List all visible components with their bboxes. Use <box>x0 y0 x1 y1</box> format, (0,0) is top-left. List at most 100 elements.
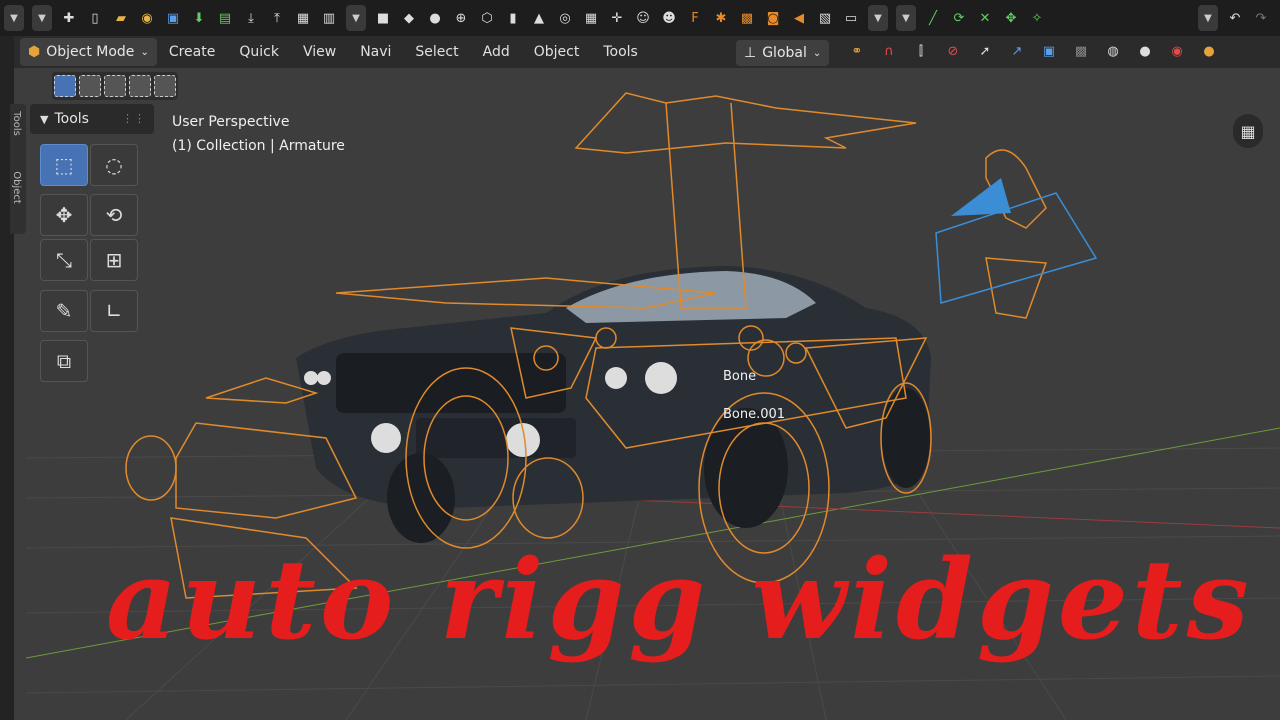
save-as-icon[interactable]: ⬇ <box>188 7 210 29</box>
tools-title: Tools <box>54 111 89 127</box>
monitor-icon[interactable]: ▭ <box>840 7 862 29</box>
3d-viewport[interactable]: auto rigg widgets User Perspective (1) C… <box>26 68 1280 720</box>
recent-folder-icon[interactable]: ◉ <box>136 7 158 29</box>
open-folder-icon[interactable]: ▰ <box>110 7 132 29</box>
xray-icon[interactable]: ▩ <box>1070 40 1092 62</box>
chevron-down-icon: ⌄ <box>140 46 149 58</box>
pivot-icon[interactable]: ⚭ <box>846 40 868 62</box>
image-icon[interactable]: ▧ <box>814 7 836 29</box>
clapper-icon[interactable]: ▥ <box>318 7 340 29</box>
material-shading-icon[interactable]: ◉ <box>1166 40 1188 62</box>
rendered-shading-icon[interactable]: ● <box>1198 40 1220 62</box>
camera-gizmo[interactable] <box>935 178 1098 304</box>
cursor-tool[interactable]: ◌ <box>90 144 138 186</box>
move-tool[interactable]: ✥ <box>40 194 88 236</box>
select-mode-row <box>52 72 178 100</box>
select-invert-icon[interactable] <box>129 75 152 97</box>
annotate-icon: ✎ <box>55 299 73 323</box>
lattice-icon[interactable]: ▩ <box>736 7 758 29</box>
snap-magnet-icon[interactable]: ∩ <box>878 40 900 62</box>
grid-mesh-icon[interactable]: ▦ <box>580 7 602 29</box>
import-icon[interactable]: ⤓ <box>240 7 262 29</box>
select-box-tool[interactable]: ⬚ <box>40 144 88 186</box>
menu-object[interactable]: Object <box>522 44 592 60</box>
select-box-icon: ⬚ <box>54 153 74 177</box>
top-toolbar: ▼ ▼ ✚ ▯ ▰ ◉ ▣ ⬇ ▤ ⤓ ⤒ ▦ ▥ ▼ ■ ◆ ● ⊕ ⬡ ▮ … <box>0 0 1280 36</box>
menu-quick[interactable]: Quick <box>227 44 291 60</box>
ico-sphere-2-icon[interactable]: ⬡ <box>476 7 498 29</box>
select-intersect-icon[interactable] <box>154 75 177 97</box>
wireframe-shading-icon[interactable]: ◍ <box>1102 40 1124 62</box>
export-icon[interactable]: ⤒ <box>266 7 288 29</box>
shuffle-icon[interactable]: ✕ <box>974 7 996 29</box>
select-subtract-icon[interactable] <box>103 75 126 97</box>
transform-icon: ⊞ <box>105 248 123 272</box>
document-icon[interactable]: ▯ <box>84 7 106 29</box>
perspective-label: User Perspective <box>172 114 290 130</box>
mode-selector[interactable]: ⬢ Object Mode ⌄ <box>20 38 157 66</box>
overlay-title: auto rigg widgets <box>106 535 1253 664</box>
menu-select[interactable]: Select <box>403 44 470 60</box>
modifier-dropdown[interactable]: ▼ <box>896 5 916 31</box>
menu-add[interactable]: Add <box>471 44 522 60</box>
tools-panel-header[interactable]: ▼ Tools ⋮⋮ <box>30 104 154 134</box>
font-icon[interactable]: F <box>684 7 706 29</box>
menu-view[interactable]: View <box>291 44 348 60</box>
measure-tool[interactable]: ∟ <box>90 290 138 332</box>
tab-tools[interactable]: Tools <box>11 111 22 136</box>
gizmo-icon[interactable]: ↗ <box>1006 40 1028 62</box>
add-cube-tool[interactable]: ⧉ <box>40 340 88 382</box>
redo-icon[interactable]: ↷ <box>1250 7 1272 29</box>
camera-icon[interactable]: ◙ <box>762 7 784 29</box>
file-dropdown[interactable]: ▼ <box>32 5 52 31</box>
undo-icon[interactable]: ↶ <box>1224 7 1246 29</box>
cube-icon: ⬢ <box>28 44 41 60</box>
mode-label: Object Mode <box>46 44 135 60</box>
speaker-icon[interactable]: ◀ <box>788 7 810 29</box>
armature-icon[interactable]: ✱ <box>710 7 732 29</box>
transform-orientation-dropdown[interactable]: ⊥ Global ⌄ <box>736 40 830 66</box>
overlay-icon[interactable]: ▣ <box>1038 40 1060 62</box>
refresh-icon[interactable]: ⟳ <box>948 7 970 29</box>
sphere-icon[interactable]: ● <box>424 7 446 29</box>
menu-navi[interactable]: Navi <box>348 44 403 60</box>
menu-create[interactable]: Create <box>157 44 228 60</box>
save-copy-icon[interactable]: ▤ <box>214 7 236 29</box>
proportional-edit-icon[interactable]: ⊘ <box>942 40 964 62</box>
add-dropdown[interactable]: ▼ <box>868 5 888 31</box>
editor-type-dropdown[interactable]: ▼ <box>4 5 24 31</box>
monkey-icon[interactable]: ☺ <box>632 7 654 29</box>
grid-view-button[interactable]: ▦ <box>1233 114 1263 148</box>
save-icon[interactable]: ▣ <box>162 7 184 29</box>
snap-target-icon[interactable]: ⫿ <box>910 40 932 62</box>
add-cube-icon: ⧉ <box>56 349 72 373</box>
ico-sphere-icon[interactable]: ⊕ <box>450 7 472 29</box>
cube-mesh-icon[interactable]: ◆ <box>398 7 420 29</box>
empty-icon[interactable]: ✛ <box>606 7 628 29</box>
transform-tool[interactable]: ⊞ <box>90 239 138 281</box>
annotate-tool[interactable]: ✎ <box>40 290 88 332</box>
torus-icon[interactable]: ◎ <box>554 7 576 29</box>
collapse-icon[interactable]: ✧ <box>1026 7 1048 29</box>
scale-icon: ⤡ <box>56 248 72 272</box>
plane-icon[interactable]: ■ <box>372 7 394 29</box>
rotate-tool[interactable]: ⟲ <box>90 194 138 236</box>
cursor-arrow-icon[interactable]: ➚ <box>974 40 996 62</box>
menu-tools[interactable]: Tools <box>591 44 650 60</box>
render-icon[interactable]: ▦ <box>292 7 314 29</box>
expand-icon[interactable]: ✥ <box>1000 7 1022 29</box>
scale-tool[interactable]: ⤡ <box>40 239 88 281</box>
sidebar-tabs[interactable]: Tools Object <box>10 104 26 234</box>
drag-grip-icon[interactable]: ⋮⋮ <box>122 112 146 125</box>
render-dropdown[interactable]: ▼ <box>346 5 366 31</box>
cylinder-icon[interactable]: ▮ <box>502 7 524 29</box>
new-file-icon[interactable]: ✚ <box>58 7 80 29</box>
select-extend-icon[interactable] <box>78 75 101 97</box>
monkey-2-icon[interactable]: ☻ <box>658 7 680 29</box>
tab-object[interactable]: Object <box>11 171 22 204</box>
line-tool-icon[interactable]: ╱ <box>922 7 944 29</box>
cone-icon[interactable]: ▲ <box>528 7 550 29</box>
select-new-icon[interactable] <box>53 75 76 97</box>
more-dropdown[interactable]: ▼ <box>1198 5 1218 31</box>
solid-shading-icon[interactable]: ● <box>1134 40 1156 62</box>
